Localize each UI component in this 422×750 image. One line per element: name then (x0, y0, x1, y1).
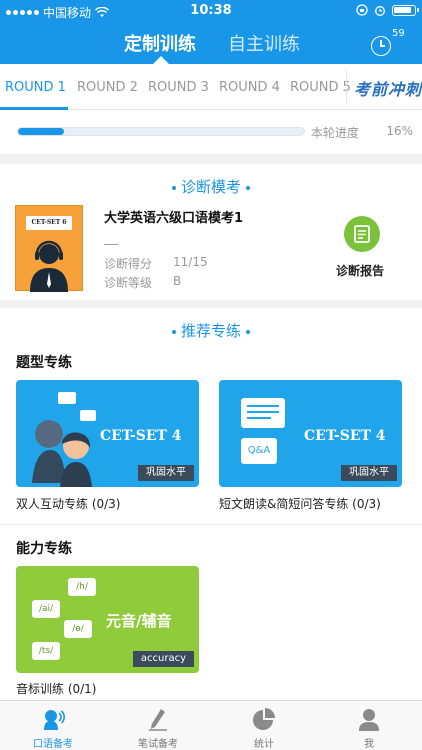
report-label: 诊断报告 (336, 264, 385, 278)
rotation-lock-icon (356, 4, 368, 16)
section-title: 诊断模考 (0, 176, 422, 197)
section-title: 推荐专练 (0, 320, 422, 341)
card-title: 元音/辅音 (106, 612, 172, 630)
nav-label: 口语备考 (33, 739, 73, 750)
ability-heading: 能力专练 (16, 541, 72, 557)
status-bar: 中国移动 10:38 (0, 0, 422, 22)
card-tag: 巩固水平 (341, 465, 397, 481)
nav-label: 我 (364, 739, 374, 750)
divider (104, 244, 118, 245)
nav-label: 笔试备考 (138, 739, 178, 750)
divider (346, 70, 347, 104)
headset-person-icon (30, 240, 68, 292)
pie-chart-icon (253, 708, 275, 730)
timer-badge: 59 (392, 28, 405, 39)
active-tab-indicator (153, 56, 169, 64)
speech-icon (44, 710, 65, 730)
tab-round-2[interactable]: ROUND 2 (77, 80, 138, 95)
pen-icon (149, 709, 167, 731)
reading-qa-card[interactable]: Q&A CET-SET 4 巩固水平 (219, 380, 402, 487)
recommend-section: 推荐专练 题型专练 CET-SET 4 巩固水平 双人互动专练 (0/3) Q&… (0, 308, 422, 528)
bottom-nav: 口语备考 笔试备考 统计 我 (0, 700, 422, 750)
card-caption[interactable]: 短文朗读&简短问答专练 (0/3) (219, 495, 381, 512)
round-progress: 本轮进度 16% (0, 110, 422, 154)
question-type-heading: 题型专练 (16, 355, 72, 371)
card-caption[interactable]: 双人互动专练 (0/3) (16, 495, 121, 512)
phonetic-text: /ai/ (38, 604, 54, 614)
top-header: 中国移动 10:38 定制训练 自主训练 59 (0, 0, 422, 64)
score-value: 11/15 (173, 255, 208, 269)
progress-value: 16% (386, 124, 413, 138)
progress-bar (17, 127, 305, 136)
pair-interaction-card[interactable]: CET-SET 4 巩固水平 (16, 380, 199, 487)
nav-statistics[interactable]: 统计 (211, 701, 317, 750)
nav-label: 统计 (254, 739, 274, 750)
qa-bubble: Q&A (241, 438, 277, 464)
phonetic-text: /ts/ (38, 646, 54, 656)
tab-final-sprint[interactable]: 考前冲刺 (354, 76, 422, 100)
qa-bubble-text: Q&A (247, 445, 271, 456)
progress-label: 本轮进度 (311, 126, 360, 140)
alarm-icon (375, 6, 385, 16)
phonetic-text: /ɵ/ (72, 624, 84, 634)
phonetic-bubble: /ɵ/ (64, 620, 92, 638)
tab-round-1[interactable]: ROUND 1 (5, 80, 66, 95)
card-tag: accuracy (132, 651, 194, 667)
nav-written-prep[interactable]: 笔试备考 (105, 701, 211, 750)
exam-cover[interactable]: CET-SET 6 (15, 205, 83, 292)
exam-cover-label: CET-SET 6 (26, 216, 72, 230)
progress-fill (18, 128, 64, 135)
phonetics-card[interactable]: /h/ /ai/ /ɵ/ /ts/ 元音/辅音 accuracy (16, 566, 199, 673)
tab-round-3[interactable]: ROUND 3 (148, 80, 209, 95)
score-label: 诊断得分 (104, 257, 153, 271)
card-title: CET-SET 4 (304, 428, 386, 444)
user-icon (359, 709, 379, 731)
card-title: CET-SET 4 (100, 428, 182, 444)
tab-round-5[interactable]: ROUND 5 (290, 80, 351, 95)
diagnosis-section: 诊断模考 CET-SET 6 大学英语六级口语模考1 诊断得分 11/15 诊断… (0, 164, 422, 300)
tab-round-4[interactable]: ROUND 4 (219, 80, 280, 95)
divider (0, 524, 422, 525)
round-tabs: ROUND 1 ROUND 2 ROUND 3 ROUND 4 ROUND 5 … (0, 64, 422, 110)
tab-custom-training[interactable]: 定制训练 (124, 30, 196, 56)
level-label: 诊断等级 (104, 276, 153, 290)
level-value: B (173, 274, 182, 288)
card-caption[interactable]: 音标训练 (0/1) (16, 680, 97, 697)
text-document-icon (241, 398, 285, 428)
exam-name[interactable]: 大学英语六级口语模考1 (104, 207, 243, 226)
phonetic-bubble: /ai/ (32, 600, 60, 618)
diagnosis-report-button[interactable]: 诊断报告 (336, 216, 406, 282)
nav-oral-prep[interactable]: 口语备考 (0, 701, 106, 750)
tab-self-training[interactable]: 自主训练 (228, 30, 300, 56)
battery-icon (392, 4, 419, 16)
phonetic-bubble: /ts/ (32, 642, 60, 660)
clock-icon[interactable] (371, 36, 391, 56)
diagnosis-title: 诊断模考 (180, 178, 241, 196)
report-icon (344, 216, 380, 252)
phonetic-bubble: /h/ (68, 578, 96, 596)
card-tag: 巩固水平 (138, 465, 194, 481)
nav-me[interactable]: 我 (316, 701, 422, 750)
dialogue-people-icon (32, 392, 96, 487)
recommend-title: 推荐专练 (180, 322, 241, 340)
phonetic-text: /h/ (76, 582, 88, 592)
ability-section: 能力专练 /h/ /ai/ /ɵ/ /ts/ 元音/辅音 accuracy 音标… (0, 528, 422, 700)
